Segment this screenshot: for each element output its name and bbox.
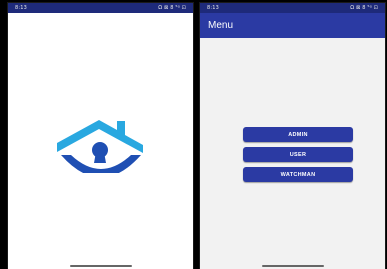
watchman-button[interactable]: WATCHMAN [243, 167, 353, 182]
user-button[interactable]: USER [243, 147, 353, 162]
house-keyhole-logo-icon [56, 120, 143, 173]
status-time: 8:13 [207, 5, 220, 11]
home-indicator[interactable] [69, 265, 132, 267]
admin-button[interactable]: ADMIN [243, 127, 353, 142]
status-bar: 8:13 Ω ⊠ 8 ⁵ᵍ ⊡ [200, 3, 385, 13]
home-indicator[interactable] [261, 265, 324, 267]
status-icons: Ω ⊠ 8 ⁵ᵍ ⊡ [350, 5, 378, 11]
splash-screen: 8:13 Ω ⊠ 8 ⁵ᵍ ⊡ [7, 2, 194, 269]
status-bar: 8:13 Ω ⊠ 8 ⁵ᵍ ⊡ [8, 3, 193, 13]
menu-screen: 8:13 Ω ⊠ 8 ⁵ᵍ ⊡ Menu ADMIN USER WATCHMAN [199, 2, 386, 269]
status-icons: Ω ⊠ 8 ⁵ᵍ ⊡ [158, 5, 186, 11]
keyhole-stem [93, 152, 106, 163]
status-time: 8:13 [15, 5, 28, 11]
screenshot-frame: 8:13 Ω ⊠ 8 ⁵ᵍ ⊡ 8:13 Ω ⊠ 8 ⁵ᵍ ⊡ Menu ADM… [0, 0, 387, 269]
app-bar: Menu [200, 13, 385, 38]
page-title: Menu [208, 20, 234, 31]
